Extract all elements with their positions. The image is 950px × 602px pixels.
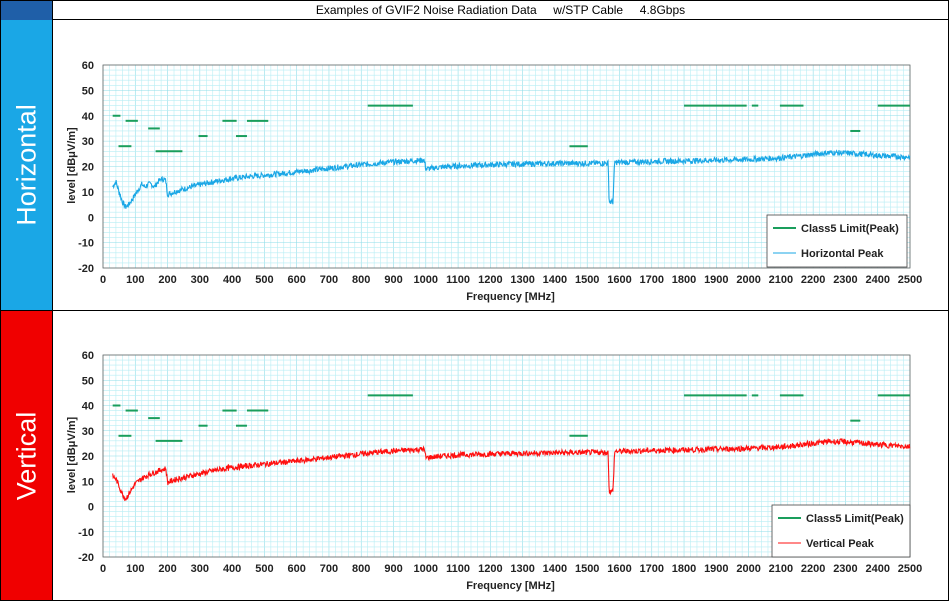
- x-tick-label: 1300: [510, 563, 534, 575]
- y-tick-label: 30: [82, 136, 94, 148]
- x-tick-label: 500: [255, 563, 273, 575]
- y-axis-label: level [dBμV/m]: [66, 416, 78, 493]
- y-tick-label: -10: [78, 238, 94, 250]
- x-tick-label: 2500: [898, 563, 922, 575]
- y-tick-label: -10: [78, 527, 94, 539]
- y-tick-label: -20: [78, 263, 94, 275]
- x-tick-label: 800: [352, 563, 370, 575]
- y-tick-label: 60: [82, 350, 94, 362]
- y-tick-label: 30: [82, 426, 94, 438]
- x-tick-label: 1400: [543, 563, 567, 575]
- x-tick-label: 100: [126, 563, 144, 575]
- y-tick-label: 60: [82, 60, 94, 72]
- x-tick-label: 2300: [833, 274, 857, 286]
- x-tick-label: 1900: [704, 274, 728, 286]
- chart-vertical: 0 100 200 300 400 500 600 700 800 900 1000 1100 1200…: [66, 350, 922, 592]
- x-axis-label: Frequency [MHz]: [466, 291, 555, 303]
- y-tick-label: 50: [82, 85, 94, 97]
- x-tick-label: 100: [126, 274, 144, 286]
- x-tick-label: 2100: [769, 563, 793, 575]
- chart-horizontal: 0 100 200 300 400 500 600 700 800 900 1000 1100 1200…: [66, 60, 922, 303]
- x-tick-label: 0: [100, 563, 106, 575]
- x-tick-label: 300: [191, 563, 209, 575]
- x-tick-label: 400: [223, 274, 241, 286]
- x-tick-label: 1600: [607, 274, 631, 286]
- y-tick-label: 0: [88, 212, 94, 224]
- y-tick-label: 10: [82, 187, 94, 199]
- y-tick-label: 0: [88, 502, 94, 514]
- x-tick-label: 2100: [769, 274, 793, 286]
- x-tick-label: 0: [100, 274, 106, 286]
- x-tick-label: 1100: [446, 563, 470, 575]
- x-tick-label: 2400: [865, 274, 889, 286]
- x-tick-label: 1200: [478, 274, 502, 286]
- x-tick-label: 500: [255, 274, 273, 286]
- x-tick-label: 1800: [672, 274, 696, 286]
- x-tick-label: 1600: [607, 563, 631, 575]
- x-tick-label: 1000: [414, 274, 438, 286]
- x-tick-label: 700: [320, 274, 338, 286]
- x-tick-label: 900: [384, 563, 402, 575]
- x-tick-label: 1100: [446, 274, 470, 286]
- legend-label-limit: Class5 Limit(Peak): [806, 513, 904, 525]
- x-tick-label: 600: [288, 563, 306, 575]
- y-tick-label: -20: [78, 552, 94, 564]
- y-axis-label: level [dBμV/m]: [66, 127, 78, 204]
- x-tick-label: 300: [191, 274, 209, 286]
- x-tick-label: 2500: [898, 274, 922, 286]
- y-tick-label: 40: [82, 401, 94, 413]
- x-tick-label: 400: [223, 563, 241, 575]
- x-tick-label: 1300: [510, 274, 534, 286]
- x-tick-label: 900: [384, 274, 402, 286]
- x-tick-label: 2200: [801, 563, 825, 575]
- y-tick-label: 40: [82, 111, 94, 123]
- x-tick-label: 200: [158, 563, 176, 575]
- x-tick-label: 1000: [414, 563, 438, 575]
- x-tick-label: 1200: [478, 563, 502, 575]
- x-axis-label: Frequency [MHz]: [466, 580, 555, 592]
- legend-label-trace: Vertical Peak: [806, 538, 875, 550]
- x-tick-label: 1500: [575, 274, 599, 286]
- x-tick-label: 200: [158, 274, 176, 286]
- y-tick-label: 20: [82, 162, 94, 174]
- x-tick-label: 700: [320, 563, 338, 575]
- x-tick-label: 600: [288, 274, 306, 286]
- legend-label-limit: Class5 Limit(Peak): [801, 223, 899, 235]
- x-tick-label: 1500: [575, 563, 599, 575]
- x-tick-label: 1900: [704, 563, 728, 575]
- x-tick-label: 800: [352, 274, 370, 286]
- x-tick-label: 1700: [640, 274, 664, 286]
- x-tick-label: 2200: [801, 274, 825, 286]
- x-tick-label: 1800: [672, 563, 696, 575]
- charts-canvas: 0 100 200 300 400 500 600 700 800 900 1000 1100 1200…: [66, 60, 922, 592]
- y-tick-label: 20: [82, 451, 94, 463]
- y-tick-label: 50: [82, 375, 94, 387]
- x-tick-label: 1700: [640, 563, 664, 575]
- x-tick-label: 2300: [833, 563, 857, 575]
- legend-label-trace: Horizontal Peak: [801, 248, 884, 260]
- x-tick-label: 2000: [736, 563, 760, 575]
- y-tick-label: 10: [82, 476, 94, 488]
- x-tick-label: 1400: [543, 274, 567, 286]
- x-tick-label: 2400: [865, 563, 889, 575]
- x-tick-label: 2000: [736, 274, 760, 286]
